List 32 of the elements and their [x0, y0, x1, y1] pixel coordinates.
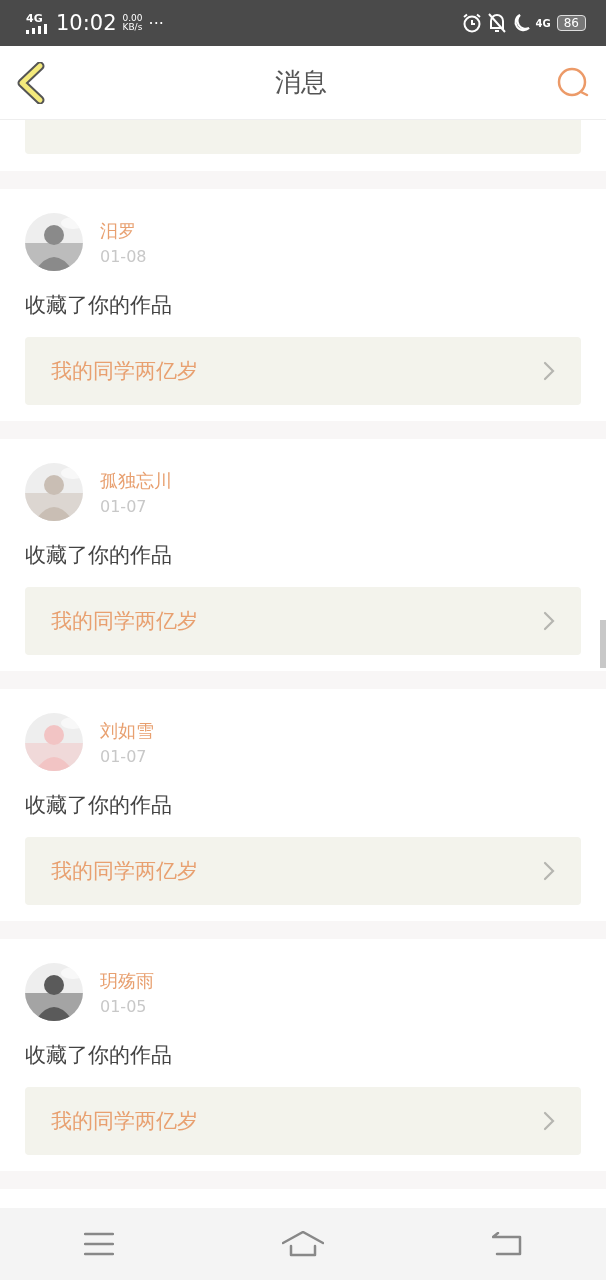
message-text: 收藏了你的作品 — [25, 542, 173, 569]
bell-off-icon — [487, 13, 506, 33]
scrollbar[interactable] — [600, 620, 606, 668]
alarm-icon — [461, 13, 482, 33]
home-icon[interactable] — [282, 1231, 324, 1257]
back-arrow-icon[interactable] — [492, 1232, 522, 1256]
work-link[interactable]: 我的同学两亿岁 — [25, 587, 581, 655]
chevron-right-icon — [543, 861, 555, 881]
work-link[interactable]: 我的同学两亿岁 — [25, 337, 581, 405]
message-text: 收藏了你的作品 — [25, 292, 173, 319]
mobile-data: 4G — [535, 17, 551, 29]
battery-level: 86 — [556, 15, 586, 31]
signal-icon — [26, 23, 50, 34]
user-name[interactable]: 刘如雪 — [100, 718, 154, 743]
network-type: 4G — [26, 12, 43, 24]
menu-icon[interactable] — [84, 1232, 114, 1256]
more-notifications: ··· — [148, 13, 164, 33]
back-icon[interactable] — [16, 61, 46, 104]
work-link[interactable]: 我的同学两亿岁 — [25, 1087, 581, 1155]
page-title: 消息 — [275, 66, 327, 99]
work-link[interactable]: 我的同学两亿岁 — [25, 837, 581, 905]
message-text: 收藏了你的作品 — [25, 792, 173, 819]
chevron-right-icon — [543, 611, 555, 631]
chevron-right-icon — [543, 1111, 555, 1131]
clock: 10:02 — [56, 11, 117, 35]
speed-unit: KB/s — [122, 23, 143, 32]
user-name[interactable]: 汨罗 — [100, 218, 147, 243]
network-speed: 0.00 — [122, 14, 143, 23]
user-name[interactable]: 玥殇雨 — [100, 968, 154, 993]
message-text: 收藏了你的作品 — [25, 1042, 173, 1069]
chevron-right-icon — [543, 361, 555, 381]
user-name[interactable]: 孤独忘川 — [100, 468, 172, 493]
